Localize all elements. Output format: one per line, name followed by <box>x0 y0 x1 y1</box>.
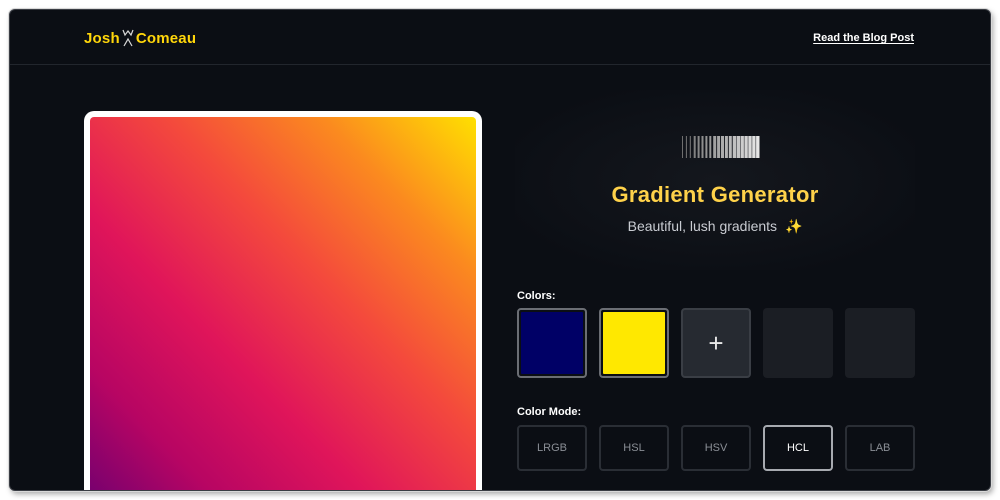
bar-stripe <box>693 136 696 158</box>
bar-stripe <box>728 136 732 158</box>
bar-stripe <box>709 136 712 158</box>
bar-stripe <box>736 136 740 158</box>
bar-stripe <box>697 136 700 158</box>
plus-icon: + <box>708 327 724 358</box>
app-window: Josh Comeau Read the Blog Post Gradient … <box>9 9 991 491</box>
mode-button-lab[interactable]: LAB <box>845 425 915 471</box>
bar-stripe <box>744 136 748 158</box>
mode-button-hsl[interactable]: HSL <box>599 425 669 471</box>
bar-stripe <box>713 136 717 158</box>
gradient-preview <box>84 111 482 490</box>
logo-mark-icon <box>121 27 135 49</box>
blog-post-link[interactable]: Read the Blog Post <box>813 32 914 44</box>
bar-stripe <box>685 136 687 158</box>
add-color-button[interactable]: + <box>681 308 751 378</box>
sparkle-icon: ✨ <box>784 218 803 234</box>
site-header: Josh Comeau Read the Blog Post <box>10 10 990 65</box>
gradient-bars-icon <box>682 136 760 158</box>
color-mode-options: LRGB HSL HSV HCL LAB <box>517 425 915 471</box>
swatch-fill <box>521 312 583 374</box>
empty-color-slot <box>845 308 915 378</box>
logo-last-name: Comeau <box>135 29 197 47</box>
bar-stripe <box>717 136 721 158</box>
mode-button-hcl[interactable]: HCL <box>763 425 833 471</box>
bar-stripe <box>732 136 737 158</box>
intro-glow <box>515 90 915 270</box>
bar-stripe <box>721 136 724 158</box>
bar-stripe <box>724 136 728 158</box>
mode-button-hsv[interactable]: HSV <box>681 425 751 471</box>
bar-stripe <box>740 136 744 158</box>
swatch-fill <box>603 312 665 374</box>
bar-stripe <box>752 136 756 158</box>
bar-stripe <box>689 136 691 158</box>
subtitle-text: Beautiful, lush gradients <box>627 218 778 234</box>
color-swatch-1[interactable] <box>517 308 587 378</box>
colors-label: Colors: <box>517 290 556 302</box>
color-mode-label: Color Mode: <box>517 406 582 418</box>
bar-stripe <box>756 136 760 158</box>
bar-stripe <box>748 136 752 158</box>
color-swatches: + <box>517 308 915 378</box>
bar-stripe <box>701 136 704 158</box>
logo-first-name: Josh <box>84 29 120 47</box>
page-title: Gradient Generator <box>611 182 819 207</box>
empty-color-slot <box>763 308 833 378</box>
color-swatch-2[interactable] <box>599 308 669 378</box>
mode-button-lrgb[interactable]: LRGB <box>517 425 587 471</box>
bar-stripe <box>705 136 708 158</box>
page-subtitle: Beautiful, lush gradients ✨ <box>515 218 915 235</box>
bar-stripe <box>682 136 683 158</box>
logo-link[interactable]: Josh Comeau <box>84 26 196 50</box>
